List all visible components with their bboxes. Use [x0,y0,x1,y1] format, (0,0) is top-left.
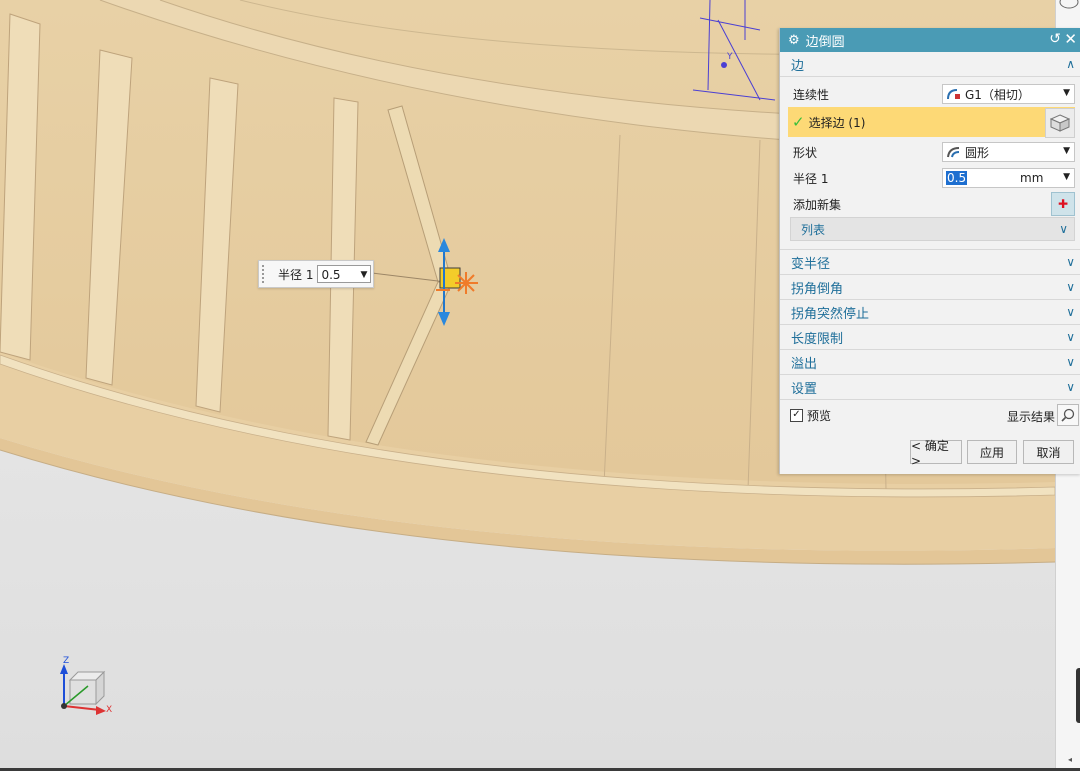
circular-shape-icon [947,147,960,158]
edge-selector-cube-icon[interactable] [1045,108,1075,138]
tangent-continuity-icon [947,89,960,100]
ok-button[interactable]: < 确定 > [910,439,962,468]
chevron-down-icon[interactable]: ∨ [1066,355,1075,369]
chevron-down-icon[interactable]: ∨ [1066,280,1075,294]
gear-icon[interactable]: ⚙ [788,33,800,48]
dialog-buttons: < 确定 > 应用 取消 [780,439,1080,468]
chevron-down-icon[interactable]: ∨ [1066,255,1075,269]
shape-value: 圆形 [965,145,990,160]
section-title: 拐角突然停止 [791,306,870,322]
reset-icon[interactable]: ↺ [1049,31,1061,47]
edge-blend-dialog: ⚙ 边倒圆 ↺ ✕ 边 ∧ 连续性 G1（相切） ▼ ✓ 选择边 (1) 形状 [779,28,1080,474]
add-new-set-row: 添加新集 ✚ [780,191,1080,217]
preview-row: ✓ 预览 显示结果 [780,400,1080,430]
list-label: 列表 [801,222,826,237]
widget-radius-input[interactable]: 0.5 ▼ [317,265,372,284]
show-result-button[interactable] [1057,404,1079,426]
select-edge-label: 选择边 (1) [808,115,866,130]
view-icon[interactable] [1056,0,1080,20]
chevron-down-icon[interactable]: ∨ [1066,330,1075,344]
chevron-down-icon[interactable]: ▼ [1063,146,1070,156]
section-overflow[interactable]: 溢出 ∨ [780,350,1080,375]
radius-label: 半径 1 [793,171,829,186]
triad-z-label: Z [63,656,70,666]
section-title: 设置 [791,381,818,397]
section-settings[interactable]: 设置 ∨ [780,375,1080,400]
chevron-up-icon[interactable]: ∧ [1066,57,1075,71]
collapsed-sections: 变半径 ∨ 拐角倒角 ∨ 拐角突然停止 ∨ 长度限制 ∨ 溢出 ∨ 设置 ∨ [780,249,1080,400]
small-arrow-icon[interactable]: ◂ [1068,755,1072,764]
continuity-select[interactable]: G1（相切） ▼ [942,84,1075,104]
shape-select[interactable]: 圆形 ▼ [942,142,1075,162]
widget-drag-handle[interactable] [262,265,270,283]
section-title: 拐角倒角 [791,281,844,297]
section-edge-header[interactable]: 边 ∧ [780,52,1080,77]
shape-label: 形状 [793,145,818,160]
section-title: 长度限制 [791,331,844,347]
section-title: 变半径 [791,256,831,272]
section-variable-radius[interactable]: 变半径 ∨ [780,249,1080,275]
section-edge-title: 边 [791,58,805,74]
section-title: 溢出 [791,356,818,372]
dialog-title: 边倒圆 [805,34,845,50]
triad-x-label: X [106,705,113,715]
chevron-down-icon[interactable]: ▼ [1063,88,1070,98]
chevron-down-icon[interactable]: ∨ [1059,222,1068,236]
shape-row: 形状 圆形 ▼ [780,139,1080,165]
widget-radius-label: 半径 1 [278,267,314,282]
radius-input[interactable]: 0.5 mm ▼ [942,168,1075,188]
continuity-label: 连续性 [793,87,830,102]
close-icon[interactable]: ✕ [1064,30,1077,48]
radius-value: 0.5 [946,171,968,185]
side-tab-handle[interactable] [1076,668,1080,723]
continuity-value: G1（相切） [965,87,1030,102]
chevron-down-icon[interactable]: ∨ [1066,305,1075,319]
list-toggle[interactable]: 列表 ∨ [790,217,1075,241]
chevron-down-icon[interactable]: ▼ [361,266,368,284]
chevron-down-icon[interactable]: ▼ [1063,172,1070,182]
section-corner-setback[interactable]: 拐角倒角 ∨ [780,275,1080,300]
magnifier-icon [1061,408,1075,422]
add-new-set-label: 添加新集 [793,197,842,212]
add-new-set-button[interactable]: ✚ [1051,192,1075,216]
section-stop-short-of-corner[interactable]: 拐角突然停止 ∨ [780,300,1080,325]
preview-checkbox[interactable]: ✓ [790,408,803,422]
show-result-label: 显示结果 [1006,410,1055,424]
dialog-titlebar[interactable]: ⚙ 边倒圆 ↺ ✕ [780,28,1080,52]
preview-label: 预览 [807,408,832,423]
radius-row: 半径 1 0.5 mm ▼ [780,165,1080,191]
widget-radius-value: 0.5 [321,268,341,282]
radius-unit: mm [1020,171,1044,185]
continuity-row: 连续性 G1（相切） ▼ [780,81,1080,107]
section-length-limit[interactable]: 长度限制 ∨ [780,325,1080,350]
check-icon: ✓ [792,113,805,131]
apply-button[interactable]: 应用 [967,440,1017,464]
select-edge-row[interactable]: ✓ 选择边 (1) [788,107,1075,138]
wcs-y-label: Y [727,52,733,62]
cancel-button[interactable]: 取消 [1023,440,1074,464]
chevron-down-icon[interactable]: ∨ [1066,380,1075,394]
radius-onscreen-widget[interactable]: 半径 1 0.5 ▼ [258,260,374,288]
